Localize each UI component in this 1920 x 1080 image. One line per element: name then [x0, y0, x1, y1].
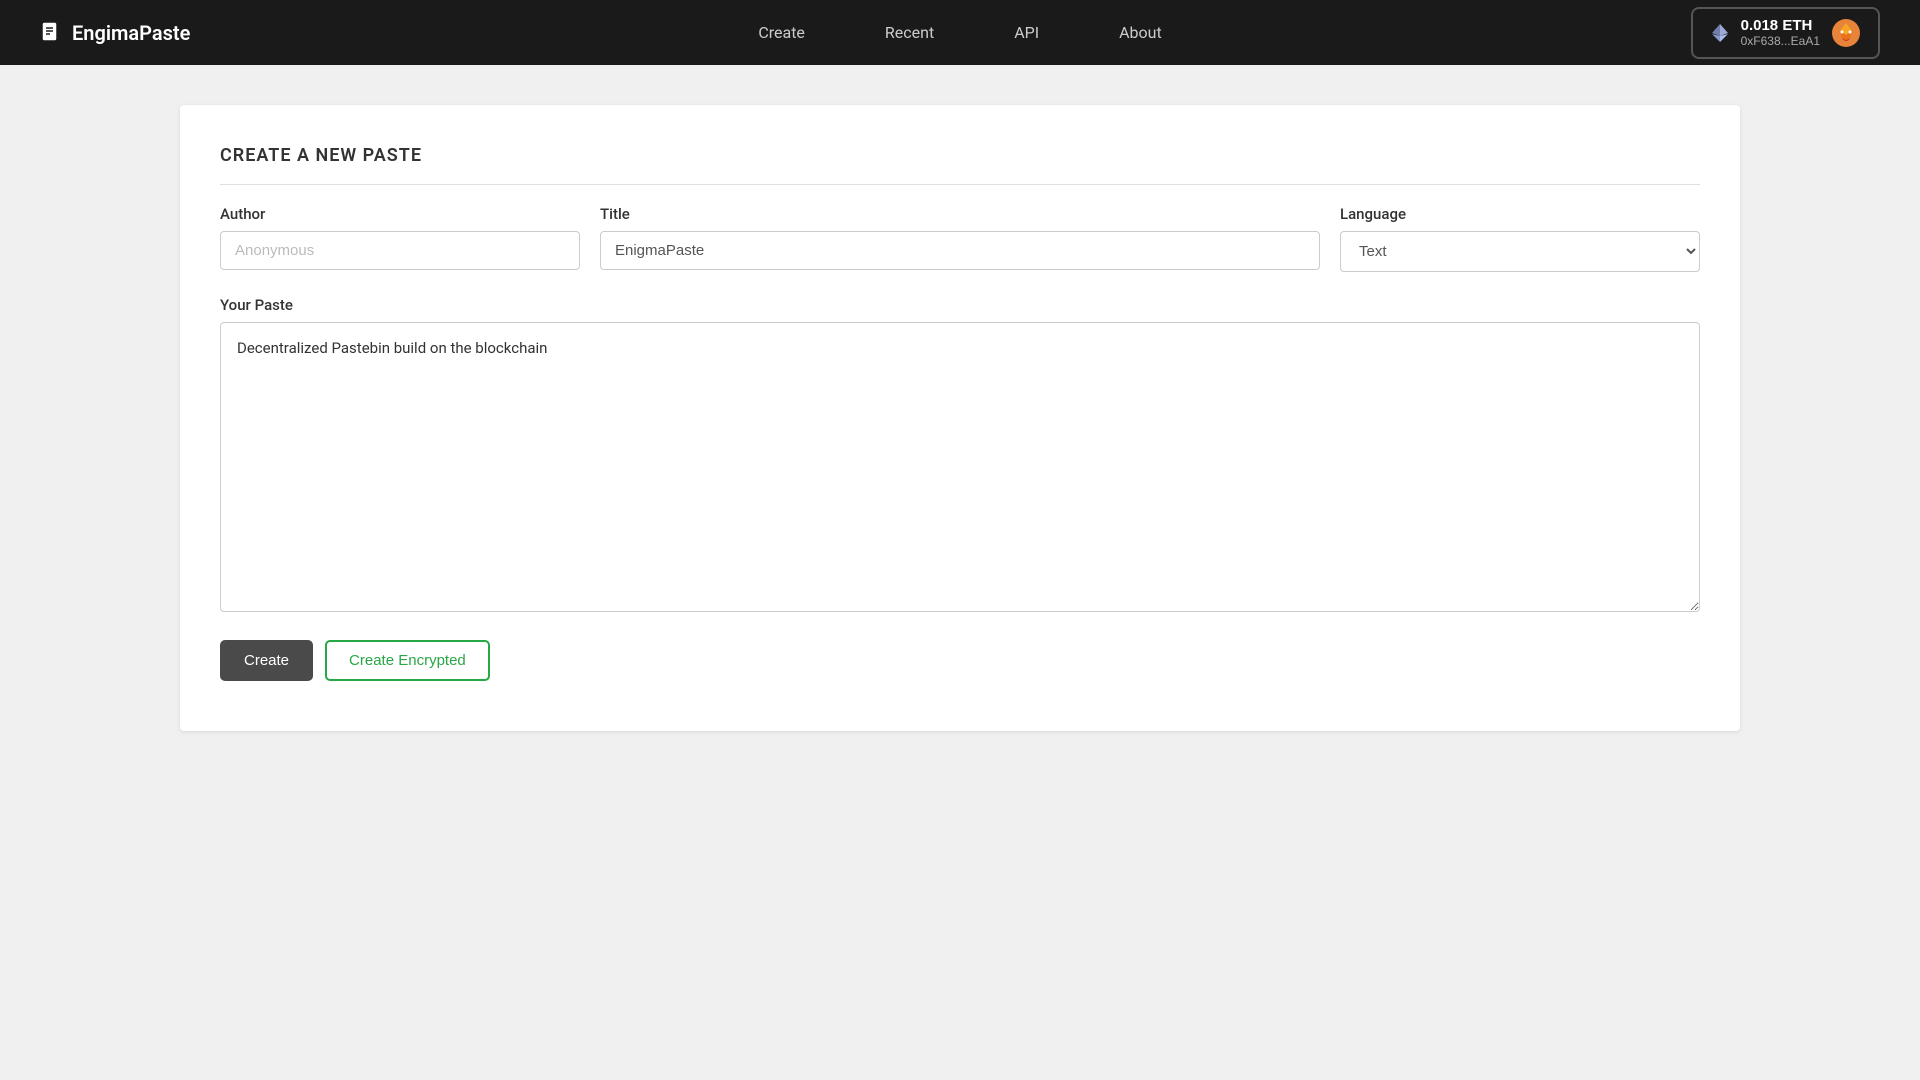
wallet-info: 0.018 ETH 0xF638...EaA1: [1741, 17, 1820, 48]
form-card: CREATE A NEW PASTE Author Title Language…: [180, 105, 1740, 731]
create-button[interactable]: Create: [220, 640, 313, 681]
main-content: CREATE A NEW PASTE Author Title Language…: [0, 65, 1920, 771]
title-input[interactable]: [600, 231, 1320, 270]
metamask-icon: [1830, 17, 1862, 49]
brand-logo[interactable]: EngimaPaste: [40, 21, 190, 45]
brand-icon: [40, 22, 62, 44]
nav-about[interactable]: About: [1119, 23, 1162, 42]
title-label: Title: [600, 205, 1320, 223]
eth-icon: [1709, 22, 1731, 44]
author-group: Author: [220, 205, 580, 272]
wallet-address: 0xF638...EaA1: [1741, 34, 1820, 48]
language-label: Language: [1340, 205, 1700, 223]
paste-group: Your Paste Decentralized Pastebin build …: [220, 296, 1700, 616]
create-encrypted-button[interactable]: Create Encrypted: [325, 640, 490, 681]
nav-create[interactable]: Create: [758, 23, 805, 42]
navbar: EngimaPaste Create Recent API About 0.01…: [0, 0, 1920, 65]
author-input[interactable]: [220, 231, 580, 270]
page-title: CREATE A NEW PASTE: [220, 145, 1700, 185]
wallet-amount: 0.018 ETH: [1741, 17, 1813, 34]
paste-textarea[interactable]: Decentralized Pastebin build on the bloc…: [220, 322, 1700, 612]
form-row-fields: Author Title Language Text JavaScript Py…: [220, 205, 1700, 272]
title-group: Title: [600, 205, 1320, 272]
wallet-button[interactable]: 0.018 ETH 0xF638...EaA1: [1691, 7, 1880, 59]
form-actions: Create Create Encrypted: [220, 640, 1700, 681]
navbar-links: Create Recent API About: [758, 23, 1161, 42]
language-select[interactable]: Text JavaScript Python C++ HTML CSS Rust…: [1340, 231, 1700, 272]
brand-label: EngimaPaste: [72, 21, 190, 45]
nav-recent[interactable]: Recent: [885, 23, 934, 42]
author-label: Author: [220, 205, 580, 223]
language-group: Language Text JavaScript Python C++ HTML…: [1340, 205, 1700, 272]
nav-api[interactable]: API: [1014, 23, 1039, 42]
paste-label: Your Paste: [220, 296, 1700, 314]
